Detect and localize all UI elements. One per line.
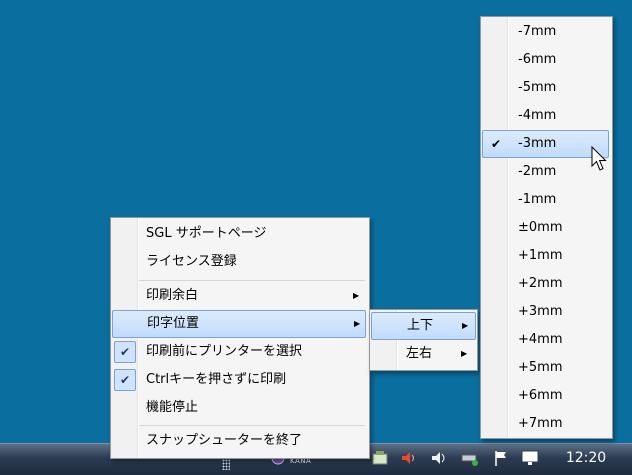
submenu-arrow-icon: ▶: [462, 321, 469, 330]
menu-item-label: スナップシューターを終了: [146, 433, 303, 448]
menu-item-vertical[interactable]: 上下 ▶: [371, 312, 476, 340]
network-icon[interactable]: [370, 448, 390, 468]
menu-item-disable[interactable]: 機能停止: [113, 394, 365, 422]
checkmark-icon: ✔: [114, 341, 136, 363]
menu-item-label: 印字位置: [147, 316, 200, 331]
menu-item-label: 印刷余白: [146, 288, 199, 303]
taskbar-clock[interactable]: 12:20: [556, 449, 616, 467]
offset-item[interactable]: ✔ -3mm: [482, 130, 609, 158]
menu-item-support-page[interactable]: SGL サポートページ: [113, 220, 365, 248]
menu-item-label: 印刷前にプリンターを選択: [146, 344, 303, 359]
speaker-icon[interactable]: [428, 448, 448, 468]
menu-item-label: +3mm: [518, 304, 563, 319]
menu-item-print-without-ctrl[interactable]: ✔ Ctrlキーを押さずに印刷: [113, 366, 365, 394]
offset-item[interactable]: ±0mm: [483, 214, 608, 242]
menu-item-label: +5mm: [518, 360, 563, 375]
menu-item-label: -3mm: [518, 136, 557, 151]
menu-item-license[interactable]: ライセンス登録: [113, 248, 365, 276]
context-menu: SGL サポートページ ライセンス登録 印刷余白 ▶ 印字位置 ▶ ✔ 印刷前に…: [110, 217, 370, 459]
submenu-arrow-icon: ▶: [354, 319, 361, 328]
menu-item-label: Ctrlキーを押さずに印刷: [146, 372, 287, 387]
menu-item-label: -5mm: [518, 80, 557, 95]
offset-item[interactable]: +5mm: [483, 354, 608, 382]
submenu-arrow-icon: ▶: [461, 349, 468, 358]
menu-item-label: +6mm: [518, 388, 563, 403]
offset-item[interactable]: +7mm: [483, 410, 608, 438]
menu-item-horizontal[interactable]: 左右 ▶: [372, 340, 475, 368]
menu-item-label: +1mm: [518, 248, 563, 263]
menu-item-label: -2mm: [518, 164, 557, 179]
menu-item-print-position[interactable]: 印字位置 ▶: [112, 310, 366, 338]
offset-item[interactable]: +2mm: [483, 270, 608, 298]
offset-item[interactable]: -1mm: [483, 186, 608, 214]
menu-item-exit[interactable]: スナップシューターを終了: [113, 427, 365, 455]
menu-item-print-margin[interactable]: 印刷余白 ▶: [113, 282, 365, 310]
menu-item-label: +4mm: [518, 332, 563, 347]
menu-separator: [139, 425, 365, 426]
offset-item[interactable]: +3mm: [483, 298, 608, 326]
checkmark-icon: ✔: [491, 137, 502, 151]
position-submenu: 上下 ▶ 左右 ▶: [369, 309, 478, 371]
menu-item-label: 機能停止: [146, 400, 199, 415]
menu-item-label: 左右: [406, 346, 433, 361]
menu-item-label: -4mm: [518, 108, 557, 123]
offset-item[interactable]: +1mm: [483, 242, 608, 270]
menu-item-label: -1mm: [518, 192, 557, 207]
menu-item-label: SGL サポートページ: [146, 226, 267, 241]
menu-item-label: 上下: [407, 318, 434, 333]
mouse-cursor-icon: [591, 146, 607, 171]
menu-separator: [139, 280, 365, 281]
offset-item[interactable]: -2mm: [483, 158, 608, 186]
action-center-flag-icon[interactable]: [490, 448, 510, 468]
menu-item-label: +7mm: [518, 416, 563, 431]
offset-item[interactable]: -6mm: [483, 46, 608, 74]
menu-item-label: -6mm: [518, 52, 557, 67]
display-icon[interactable]: [520, 448, 540, 468]
menu-item-label: ±0mm: [518, 220, 563, 235]
menu-item-label: ライセンス登録: [146, 254, 237, 269]
offset-item[interactable]: -4mm: [483, 102, 608, 130]
safely-remove-icon[interactable]: [460, 448, 480, 468]
menu-item-select-printer[interactable]: ✔ 印刷前にプリンターを選択: [113, 338, 365, 366]
menu-item-label: +2mm: [518, 276, 563, 291]
submenu-arrow-icon: ▶: [353, 291, 360, 300]
volume-icon[interactable]: [398, 448, 418, 468]
offset-item[interactable]: -7mm: [483, 18, 608, 46]
offset-item[interactable]: -5mm: [483, 74, 608, 102]
offset-item[interactable]: +4mm: [483, 326, 608, 354]
menu-item-label: -7mm: [518, 24, 557, 39]
offset-item[interactable]: +6mm: [483, 382, 608, 410]
checkmark-icon: ✔: [114, 369, 136, 391]
offset-submenu: -7mm -6mm -5mm -4mm ✔ -3mm -2mm -1mm ±0mm +1mm +2m…: [480, 16, 613, 439]
